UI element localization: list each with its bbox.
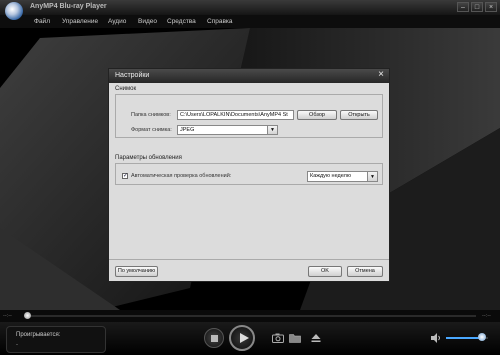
snapshot-folder-field[interactable]: C:\Users\LOPALKIN\Documents\AnyMP4 St (177, 110, 294, 120)
update-interval-value: Каждую неделю (310, 173, 351, 179)
defaults-button[interactable]: По умолчанию (115, 266, 158, 277)
app-logo-icon (5, 2, 23, 20)
snapshot-section-title: Снимок (115, 86, 137, 92)
auto-update-label: Автоматическая проверка обновлений: (131, 173, 232, 179)
dialog-close-icon[interactable]: × (378, 69, 384, 80)
video-area[interactable]: Настройки × Снимок Папка снимков: C:\Use… (0, 28, 500, 310)
seek-track[interactable] (24, 315, 476, 317)
status-panel: Проигрывается: - (6, 326, 106, 353)
settings-dialog: Настройки × Снимок Папка снимков: C:\Use… (108, 68, 390, 282)
maximize-button[interactable]: □ (471, 2, 483, 12)
folder-icon[interactable] (289, 333, 301, 343)
auto-update-checkbox[interactable]: ✓ (122, 173, 128, 179)
menu-file[interactable]: Файл (34, 18, 50, 25)
time-elapsed: --:-- (3, 313, 12, 319)
browse-button[interactable]: Обзор (297, 110, 337, 120)
snapshot-format-value: JPEG (180, 127, 195, 133)
open-folder-button[interactable]: Открыть (340, 110, 378, 120)
menu-tools[interactable]: Средства (167, 18, 196, 25)
cancel-button[interactable]: Отмена (347, 266, 383, 277)
status-label: Проигрывается: (16, 332, 61, 338)
snapshot-folder-label: Папка снимков: (131, 112, 171, 118)
close-button[interactable]: × (485, 2, 497, 12)
ok-button[interactable]: OK (308, 266, 342, 277)
play-button[interactable] (229, 325, 255, 351)
snapshot-format-label: Формат снимка: (131, 127, 172, 133)
player-controls: Проигрывается: - (0, 322, 500, 355)
progress-bar: --:-- --:-- (0, 310, 500, 322)
time-total: --:-- (482, 313, 491, 319)
snapshot-format-select[interactable]: JPEG ▼ (177, 125, 278, 135)
speaker-icon[interactable] (430, 332, 442, 344)
chevron-down-icon: ▼ (367, 172, 377, 181)
menu-help[interactable]: Справка (207, 18, 233, 25)
app-title: AnyMP4 Blu-ray Player (30, 3, 107, 10)
menu-bar: Файл Управление Аудио Видео Средства Спр… (0, 15, 500, 28)
chevron-down-icon: ▼ (267, 126, 277, 134)
window-controls: – □ × (457, 2, 497, 12)
dialog-header: Настройки × (109, 69, 389, 83)
menu-video[interactable]: Видео (138, 18, 157, 25)
minimize-button[interactable]: – (457, 2, 469, 12)
status-value: - (16, 342, 18, 348)
dialog-title: Настройки (115, 72, 150, 79)
eject-icon[interactable] (311, 333, 321, 343)
seek-knob[interactable] (24, 312, 31, 319)
update-interval-select[interactable]: Каждую неделю ▼ (307, 171, 378, 182)
dialog-footer-divider (109, 259, 389, 260)
camera-icon[interactable] (272, 333, 284, 343)
update-section-title: Параметры обновления (115, 155, 182, 161)
stop-button[interactable] (204, 328, 224, 348)
title-bar: AnyMP4 Blu-ray Player – □ × (0, 0, 500, 20)
volume-knob[interactable] (477, 333, 486, 341)
menu-control[interactable]: Управление (62, 18, 98, 25)
menu-audio[interactable]: Аудио (108, 18, 126, 25)
